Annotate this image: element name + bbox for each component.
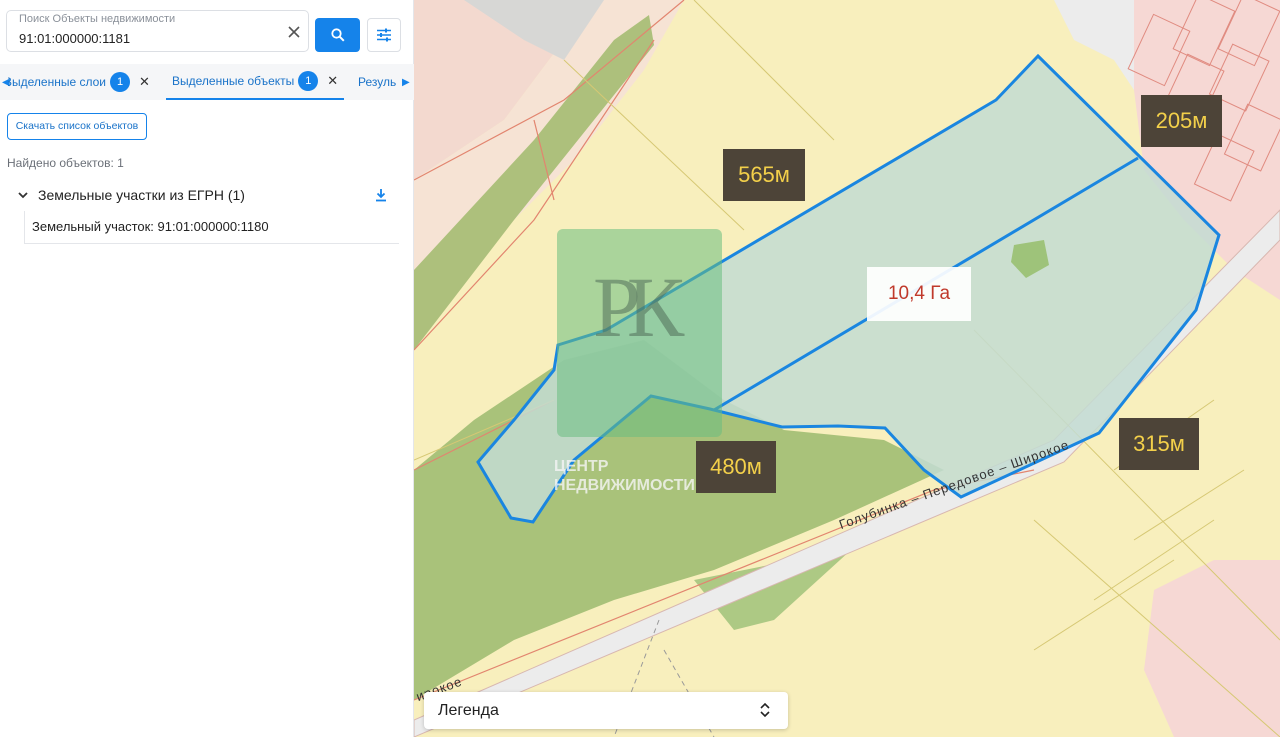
watermark-line2: НЕДВИЖИМОСТИ: [554, 477, 695, 494]
search-input[interactable]: [19, 28, 274, 48]
app: Поиск Объекты недвижимости ◀ Выдел: [0, 0, 1280, 737]
watermark-logo-text: РК: [593, 259, 684, 355]
area-label: 10,4 Га: [867, 267, 971, 321]
tab-results[interactable]: Резуль: [358, 64, 396, 100]
tab-bar: ◀ Выделенные слои 1 ✕ Выделенные объекты…: [0, 64, 414, 100]
chevron-down-icon[interactable]: [16, 188, 30, 202]
legend-label: Легенда: [438, 701, 499, 719]
chevron-right-icon[interactable]: ▶: [402, 77, 410, 88]
distance-label-top: 565м: [723, 149, 805, 201]
found-count: Найдено объектов: 1: [7, 156, 124, 170]
tab-badge: 1: [110, 72, 130, 92]
search-button[interactable]: [315, 18, 360, 52]
legend-dropdown[interactable]: Легенда: [424, 692, 788, 729]
distance-label-right-bottom: 315м: [1119, 418, 1199, 470]
side-panel: Поиск Объекты недвижимости ◀ Выдел: [0, 0, 414, 737]
watermark-text: ЦЕНТР НЕДВИЖИМОСТИ: [554, 457, 695, 495]
tab-selected-layers-label: Выделенные слои: [8, 75, 106, 89]
download-list-button[interactable]: Скачать список объектов: [7, 113, 147, 140]
filter-icon: [377, 28, 391, 42]
download-icon[interactable]: [373, 187, 389, 203]
search-label: Поиск Объекты недвижимости: [19, 13, 176, 25]
search-icon: [330, 28, 345, 42]
group-land-plots[interactable]: Земельные участки из ЕГРН (1): [16, 185, 396, 205]
tab-selected-objects-label: Выделенные объекты: [172, 74, 295, 88]
updown-icon: [760, 702, 770, 718]
list-item[interactable]: Земельный участок: 91:01:000000:1180: [24, 211, 399, 244]
tab-results-label: Резуль: [358, 75, 397, 89]
group-label: Земельные участки из ЕГРН (1): [38, 187, 245, 203]
search-box[interactable]: Поиск Объекты недвижимости: [6, 10, 309, 52]
clear-icon[interactable]: [286, 24, 302, 40]
tab-selected-objects[interactable]: Выделенные объекты 1 ✕: [166, 64, 345, 100]
watermark-line1: ЦЕНТР: [554, 458, 609, 475]
distance-label-right-top: 205м: [1141, 95, 1222, 147]
tab-selected-layers[interactable]: Выделенные слои 1 ✕: [0, 64, 150, 100]
filter-button[interactable]: [367, 18, 401, 52]
tab-badge: 1: [298, 71, 319, 91]
watermark-logo: РК: [557, 229, 722, 437]
close-icon[interactable]: ✕: [139, 74, 150, 90]
distance-label-bottom: 480м: [696, 441, 776, 493]
close-icon[interactable]: ✕: [327, 73, 338, 89]
map-view[interactable]: РК ЦЕНТР НЕДВИЖИМОСТИ 565м 205м 480м 315…: [414, 0, 1280, 737]
